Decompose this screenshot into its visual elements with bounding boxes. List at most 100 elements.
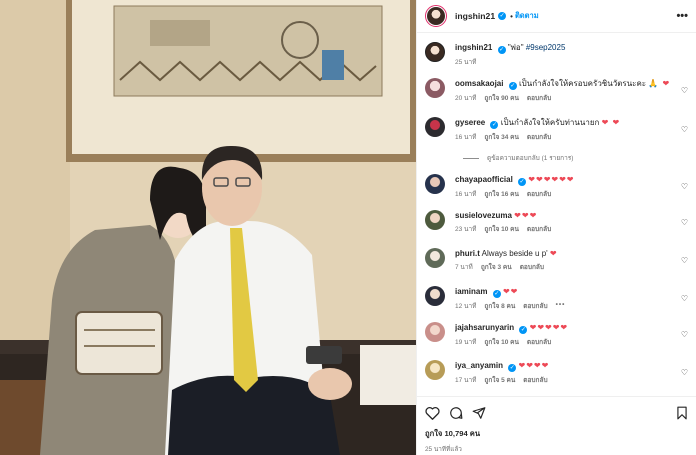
comment-username[interactable]: iaminam [455, 287, 487, 296]
comment-like-icon[interactable]: ♡ [681, 256, 688, 265]
verified-icon: ✓ [492, 290, 501, 298]
post-photo[interactable] [0, 0, 416, 455]
comment-more-icon[interactable]: ••• [556, 301, 566, 311]
verified-icon: ✓ [508, 82, 517, 90]
comment-emoji: ❤ ❤ [601, 118, 621, 127]
comment-avatar[interactable] [425, 210, 445, 230]
comment-username[interactable]: jajahsarunyarin [455, 323, 514, 332]
comment-avatar[interactable] [425, 117, 445, 137]
share-icon[interactable] [472, 406, 486, 420]
comment-emoji: ❤❤❤ [514, 211, 538, 220]
verified-icon: ✓ [497, 46, 506, 54]
more-options-icon[interactable]: ••• [676, 10, 688, 22]
comment-emoji: 🙏 ❤ [648, 79, 671, 88]
comment-emoji: ❤ [549, 249, 558, 258]
comment-likes[interactable]: ถูกใจ 10 คน [484, 337, 519, 347]
comment-like-icon[interactable]: ♡ [681, 218, 688, 227]
comment-icon[interactable] [449, 406, 463, 420]
comment-avatar[interactable] [425, 286, 445, 306]
comment-emoji: ❤❤ [502, 287, 519, 296]
comment-item: iaminam ✓ ❤❤ 12 นาที ถูกใจ 8 คน ตอบกลับ … [425, 286, 688, 311]
caption-time: 25 นาที [455, 59, 477, 66]
verified-icon: ✓ [508, 364, 517, 372]
comment-likes[interactable]: ถูกใจ 3 คน [481, 262, 512, 272]
comment-text: Always beside u p' [481, 249, 548, 258]
comment-item: chayapaofficial ✓ ❤❤❤❤❤❤ 16 นาที ถูกใจ 1… [425, 174, 688, 199]
comment-item: jajahsarunyarin ✓ ❤❤❤❤❤ 19 นาที ถูกใจ 10… [425, 322, 688, 347]
reply-button[interactable]: ตอบกลับ [527, 93, 551, 103]
reply-button[interactable]: ตอบกลับ [527, 132, 551, 142]
follow-button[interactable]: ติดตาม [515, 10, 539, 22]
comment-avatar[interactable] [425, 360, 445, 380]
comment-username[interactable]: susielovezuma [455, 211, 512, 220]
comment-emoji: ❤❤❤❤❤ [529, 323, 569, 332]
comment-emoji: ❤❤❤❤ [518, 361, 550, 370]
comment-time: 17 นาที [455, 377, 477, 384]
replies-divider [463, 157, 479, 159]
reply-button[interactable]: ตอบกลับ [527, 224, 551, 234]
reply-button[interactable]: ตอบกลับ [527, 189, 551, 199]
photo-illustration [0, 0, 416, 455]
post-header: ingshin21 ✓ • ติดตาม ••• [417, 0, 696, 33]
bookmark-icon[interactable] [676, 406, 688, 420]
comment-item: susielovezuma ❤❤❤ 23 นาที ถูกใจ 10 คน ตอ… [425, 210, 688, 234]
author-username[interactable]: ingshin21 [455, 11, 495, 21]
comment-like-icon[interactable]: ♡ [681, 294, 688, 303]
caption-text: "พ่อ" [507, 43, 524, 52]
verified-icon: ✓ [498, 12, 507, 20]
comment-likes[interactable]: ถูกใจ 16 คน [484, 189, 519, 199]
comment-time: 16 นาที [455, 134, 477, 141]
post-like-count[interactable]: ถูกใจ 10,794 คน [425, 428, 688, 440]
comment-time: 20 นาที [455, 95, 477, 102]
post-timestamp: 25 นาทีที่แล้ว [425, 446, 462, 453]
verified-icon: ✓ [519, 326, 528, 334]
comment-time: 23 นาที [455, 226, 477, 233]
caption: ingshin21 ✓ "พ่อ" #9sep2025 25 นาที [425, 42, 688, 67]
verified-icon: ✓ [490, 121, 499, 129]
comment-likes[interactable]: ถูกใจ 34 คน [484, 132, 519, 142]
dot-separator: • [510, 11, 513, 21]
comment-avatar[interactable] [425, 322, 445, 342]
comment-like-icon[interactable]: ♡ [681, 330, 688, 339]
comment-time: 16 นาที [455, 191, 477, 198]
comment-username[interactable]: oomsakaojai [455, 79, 503, 88]
comment-time: 7 นาที [455, 264, 473, 271]
author-avatar[interactable] [425, 5, 447, 27]
post-panel: ingshin21 ✓ • ติดตาม ••• ingshin21 ✓ "พ่… [416, 0, 696, 455]
view-replies-button[interactable]: ดูข้อความตอบกลับ (1 รายการ) [463, 153, 573, 163]
reply-button[interactable]: ตอบกลับ [523, 301, 547, 311]
comment-avatar[interactable] [425, 78, 445, 98]
comment-text: เป็นกำลังใจให้ครอบครัวชินวัตรนะคะ [518, 79, 647, 88]
action-bar [425, 405, 688, 421]
comments-list[interactable]: ingshin21 ✓ "พ่อ" #9sep2025 25 นาที ooms… [417, 34, 696, 395]
post-footer: ถูกใจ 10,794 คน 25 นาทีที่แล้ว [417, 396, 696, 455]
caption-username[interactable]: ingshin21 [455, 43, 492, 52]
comment-likes[interactable]: ถูกใจ 90 คน [484, 93, 519, 103]
comment-item: phuri.t Always beside u p' ❤ 7 นาที ถูกใ… [425, 248, 688, 272]
heart-icon[interactable] [425, 406, 440, 420]
caption-avatar[interactable] [425, 42, 445, 62]
comment-time: 12 นาที [455, 303, 477, 310]
comment-username[interactable]: chayapaofficial [455, 175, 513, 184]
comment-likes[interactable]: ถูกใจ 8 คน [484, 301, 515, 311]
comment-emoji: ❤❤❤❤❤❤ [528, 175, 575, 184]
comment-text: เป็นกำลังใจให้ครับท่านนายก [500, 118, 600, 127]
comment-likes[interactable]: ถูกใจ 5 คน [484, 375, 515, 385]
view-replies-label[interactable]: ดูข้อความตอบกลับ (1 รายการ) [487, 153, 573, 163]
comment-item: iya_anyamin ✓ ❤❤❤❤ 17 นาที ถูกใจ 5 คน ตอ… [425, 360, 688, 385]
comment-like-icon[interactable]: ♡ [681, 86, 688, 95]
comment-avatar[interactable] [425, 248, 445, 268]
comment-like-icon[interactable]: ♡ [681, 125, 688, 134]
reply-button[interactable]: ตอบกลับ [523, 375, 547, 385]
caption-hashtag[interactable]: #9sep2025 [526, 43, 566, 52]
reply-button[interactable]: ตอบกลับ [527, 337, 551, 347]
comment-time: 19 นาที [455, 339, 477, 346]
comment-likes[interactable]: ถูกใจ 10 คน [484, 224, 519, 234]
comment-like-icon[interactable]: ♡ [681, 182, 688, 191]
comment-username[interactable]: iya_anyamin [455, 361, 503, 370]
comment-like-icon[interactable]: ♡ [681, 368, 688, 377]
comment-username[interactable]: phuri.t [455, 249, 480, 258]
comment-avatar[interactable] [425, 174, 445, 194]
comment-username[interactable]: gyseree [455, 118, 485, 127]
reply-button[interactable]: ตอบกลับ [520, 262, 544, 272]
